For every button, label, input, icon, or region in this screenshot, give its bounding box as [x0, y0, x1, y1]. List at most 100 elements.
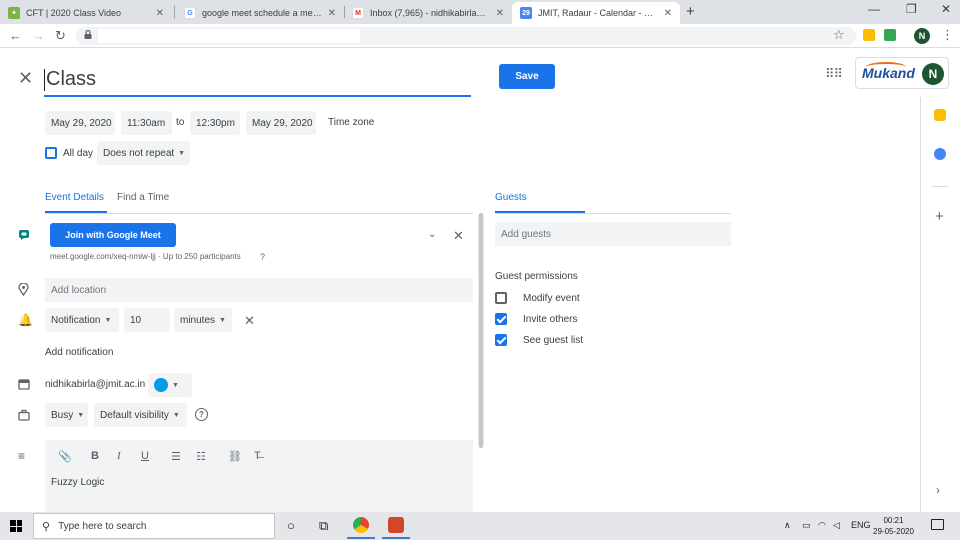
- language-indicator[interactable]: ENG: [851, 520, 871, 530]
- location-input[interactable]: Add location: [45, 278, 473, 302]
- add-addon-icon[interactable]: +: [935, 208, 944, 225]
- back-arrow-icon[interactable]: ←: [9, 28, 22, 43]
- invite-others-label: Invite others: [523, 314, 578, 325]
- browser-tab-google-search[interactable]: G google meet schedule a meeting ✕: [176, 2, 344, 24]
- start-time-chip[interactable]: 11:30am: [121, 111, 172, 135]
- notification-unit-dropdown[interactable]: minutes ▼: [174, 308, 232, 332]
- see-guest-list-checkbox[interactable]: [495, 334, 507, 346]
- invite-others-checkbox[interactable]: [495, 313, 507, 325]
- add-guests-input[interactable]: Add guests: [495, 222, 731, 246]
- windows-start-icon[interactable]: [10, 520, 22, 532]
- forward-arrow-icon[interactable]: →: [32, 28, 45, 43]
- repeat-dropdown[interactable]: Does not repeat ▼: [97, 141, 190, 165]
- browser-toolbar: ← → ↻: [0, 24, 960, 48]
- google-apps-grid-icon[interactable]: ⠿⠿: [825, 66, 843, 82]
- bulleted-list-icon[interactable]: ☷: [196, 450, 206, 463]
- close-icon[interactable]: ✕: [664, 8, 672, 19]
- briefcase-icon: [18, 409, 30, 421]
- google-meet-icon: [19, 230, 29, 240]
- meet-link-text[interactable]: meet.google.com/xeq-nmiw-ljj · Up to 250…: [50, 252, 241, 261]
- tray-chevron-icon[interactable]: ∧: [784, 520, 791, 531]
- remove-meet-icon[interactable]: ✕: [453, 228, 464, 244]
- gmail-icon: M: [352, 7, 364, 19]
- notification-type-dropdown[interactable]: Notification ▼: [45, 308, 119, 332]
- modify-event-checkbox[interactable]: [495, 292, 507, 304]
- notification-type-value: Notification: [51, 314, 101, 326]
- all-day-checkbox[interactable]: [45, 147, 57, 159]
- tab-event-details[interactable]: Event Details: [45, 192, 104, 203]
- chevron-down-icon: ▼: [172, 411, 180, 419]
- italic-icon[interactable]: I: [117, 450, 121, 462]
- to-label: to: [176, 117, 185, 128]
- visibility-help-icon[interactable]: ?: [195, 408, 208, 421]
- tab-divider: [174, 6, 175, 18]
- notification-center-icon[interactable]: [931, 519, 944, 530]
- browser-menu-icon[interactable]: ⋮: [941, 27, 954, 43]
- keep-icon[interactable]: [934, 109, 946, 121]
- remove-formatting-icon[interactable]: T̶: [254, 450, 261, 462]
- tasks-icon[interactable]: [934, 148, 946, 160]
- busy-dropdown[interactable]: Busy ▼: [45, 403, 88, 427]
- calendar-color-dropdown[interactable]: ▼: [148, 373, 192, 397]
- wifi-icon[interactable]: ◠: [818, 520, 826, 531]
- attachment-icon[interactable]: 📎: [58, 450, 72, 463]
- scrollbar-thumb[interactable]: [479, 213, 483, 448]
- powerpoint-app-icon[interactable]: [388, 517, 404, 533]
- notes-icon: ≡: [18, 449, 26, 463]
- search-icon: ⚲: [42, 520, 51, 533]
- close-icon[interactable]: ✕: [328, 8, 336, 19]
- account-avatar[interactable]: N: [922, 63, 944, 85]
- link-icon[interactable]: ⛓: [228, 450, 242, 463]
- bold-icon[interactable]: B: [91, 450, 99, 462]
- browser-tab-cft[interactable]: ✦ CFT | 2020 Class Video ✕: [0, 2, 172, 24]
- close-event-icon[interactable]: ✕: [18, 68, 33, 89]
- chevron-down-icon: ▼: [77, 411, 85, 419]
- end-time-chip[interactable]: 12:30pm: [190, 111, 240, 135]
- bookmark-star-icon[interactable]: ☆: [833, 27, 845, 43]
- start-date-chip[interactable]: May 29, 2020: [45, 111, 115, 135]
- join-google-meet-button[interactable]: Join with Google Meet: [50, 223, 176, 247]
- volume-icon[interactable]: ◁: [833, 520, 840, 531]
- minimize-icon[interactable]: —: [868, 2, 880, 16]
- guests-tabs: Guests: [495, 188, 731, 214]
- numbered-list-icon[interactable]: ☰: [171, 450, 181, 463]
- browser-tab-calendar[interactable]: 29 JMIT, Radaur - Calendar - Event ✕: [512, 2, 680, 24]
- task-view-icon[interactable]: ⧉: [319, 518, 328, 534]
- visibility-dropdown[interactable]: Default visibility ▼: [94, 403, 187, 427]
- add-notification-link[interactable]: Add notification: [45, 347, 113, 358]
- network-icon[interactable]: ▭: [802, 520, 811, 531]
- save-button[interactable]: Save: [499, 64, 555, 89]
- chevron-down-icon[interactable]: ⌄: [428, 229, 436, 240]
- address-bar[interactable]: [76, 27, 856, 45]
- bell-icon: 🔔: [18, 313, 33, 327]
- underline-icon[interactable]: U: [141, 450, 149, 462]
- event-title-input[interactable]: Class: [44, 64, 471, 97]
- end-date-chip[interactable]: May 29, 2020: [246, 111, 316, 135]
- reload-icon[interactable]: ↻: [55, 28, 66, 44]
- cortana-icon[interactable]: ○: [287, 518, 295, 533]
- remove-notification-icon[interactable]: ✕: [244, 313, 255, 329]
- time-zone-link[interactable]: Time zone: [328, 117, 374, 128]
- lock-icon: [84, 30, 92, 39]
- close-icon[interactable]: ✕: [496, 8, 504, 19]
- google-g-icon: G: [184, 7, 196, 19]
- calendar-color-swatch: [154, 378, 168, 392]
- taskbar-clock[interactable]: 00:21 29-05-2020: [873, 515, 914, 537]
- new-tab-button[interactable]: +: [686, 3, 695, 20]
- window-close-icon[interactable]: ✕: [941, 2, 951, 16]
- chevron-right-icon[interactable]: ›: [936, 483, 940, 497]
- taskbar-search-box[interactable]: ⚲ Type here to search: [33, 513, 275, 539]
- browser-tab-gmail[interactable]: M Inbox (7,965) - nidhikabirla@jmi ✕: [344, 2, 512, 24]
- help-icon[interactable]: ?: [260, 252, 265, 262]
- close-icon[interactable]: ✕: [156, 8, 164, 19]
- browser-profile-avatar[interactable]: N: [914, 28, 930, 44]
- clock-date: 29-05-2020: [873, 527, 914, 536]
- tab-guests[interactable]: Guests: [495, 192, 527, 203]
- notification-value-input[interactable]: 10: [124, 308, 170, 332]
- tab-find-a-time[interactable]: Find a Time: [117, 192, 169, 203]
- restore-icon[interactable]: ❐: [906, 2, 917, 16]
- extension-check-icon[interactable]: [884, 29, 896, 41]
- extension-search-icon[interactable]: [863, 29, 875, 41]
- description-editor[interactable]: 📎 B I U ☰ ☷ ⛓ T̶ Fuzzy Logic: [45, 440, 473, 512]
- chrome-app-icon[interactable]: [353, 517, 369, 533]
